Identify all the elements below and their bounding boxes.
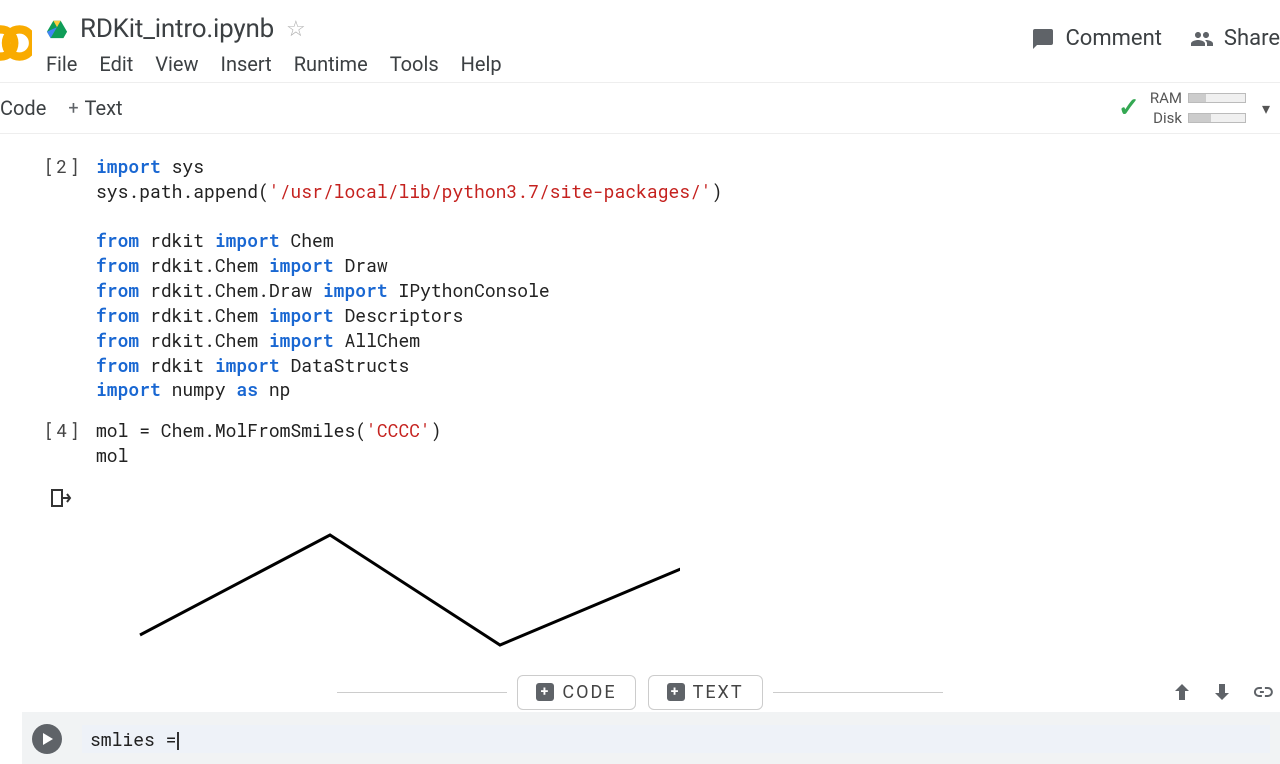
divider [773,692,943,693]
insert-text-button[interactable]: + TEXT [648,675,763,710]
move-up-icon[interactable] [1170,680,1194,704]
cell-prompt: [4] [24,418,82,468]
play-icon [43,733,53,745]
cell-code: mol = Chem.MolFromSmiles('CCCC') mol [96,418,442,468]
text-cursor [177,732,179,750]
code-input[interactable]: smlies = [82,725,1270,753]
add-code-button[interactable]: Code [0,96,46,120]
ram-label: RAM [1150,89,1182,107]
header-right: Comment Share [1031,26,1280,51]
comment-icon [1031,27,1055,51]
cell-action-icons [1170,680,1274,704]
title-row: RDKit_intro.ipynb ☆ [46,14,502,44]
colab-logo [0,18,32,68]
toolbar-left: Code +Text [0,96,123,120]
menu-tools[interactable]: Tools [390,52,439,76]
add-text-button[interactable]: +Text [68,96,122,120]
drive-icon [46,18,68,40]
divider [337,692,507,693]
toolbar-right: ✓ RAM Disk ▾ [1118,89,1270,127]
menu-insert[interactable]: Insert [221,52,272,76]
connected-check-icon: ✓ [1118,93,1140,123]
cell-code: import sys sys.path.append('/usr/local/l… [96,154,723,402]
molecule-output [40,515,680,665]
code-cell[interactable]: [2] import sys sys.path.append('/usr/loc… [0,146,1280,410]
menu-help[interactable]: Help [461,52,502,76]
toolbar: Code +Text ✓ RAM Disk ▾ [0,82,1280,134]
move-down-icon[interactable] [1210,680,1234,704]
menu-edit[interactable]: Edit [99,52,133,76]
menubar: File Edit View Insert Runtime Tools Help [46,52,502,76]
disk-meter [1188,113,1246,123]
star-icon[interactable]: ☆ [286,17,306,42]
menu-view[interactable]: View [155,52,198,76]
menu-runtime[interactable]: Runtime [294,52,368,76]
notebook-area: [2] import sys sys.path.append('/usr/loc… [0,134,1280,764]
resource-dropdown-icon[interactable]: ▾ [1262,99,1270,118]
disk-label: Disk [1153,109,1182,127]
run-button[interactable] [32,724,62,754]
header-left: RDKit_intro.ipynb ☆ File Edit View Inser… [0,8,502,76]
title-area: RDKit_intro.ipynb ☆ File Edit View Inser… [46,14,502,76]
code-cell[interactable]: [4] mol = Chem.MolFromSmiles('CCCC') mol [0,410,1280,476]
menu-file[interactable]: File [46,52,77,76]
insert-cell-bar: + CODE + TEXT [0,675,1280,710]
people-icon [1190,27,1214,51]
output-indicator-icon [50,488,1280,515]
share-button[interactable]: Share [1190,26,1280,51]
cell-output [0,476,1280,669]
link-icon[interactable] [1250,680,1274,704]
plus-icon: + [536,683,554,701]
ram-meter [1188,93,1246,103]
comment-button[interactable]: Comment [1031,26,1161,51]
notebook-filename[interactable]: RDKit_intro.ipynb [80,14,274,44]
cell-prompt: [2] [24,154,82,402]
insert-code-button[interactable]: + CODE [517,675,635,710]
resource-meter[interactable]: RAM Disk [1150,89,1246,127]
plus-icon: + [667,683,685,701]
header: RDKit_intro.ipynb ☆ File Edit View Inser… [0,0,1280,76]
